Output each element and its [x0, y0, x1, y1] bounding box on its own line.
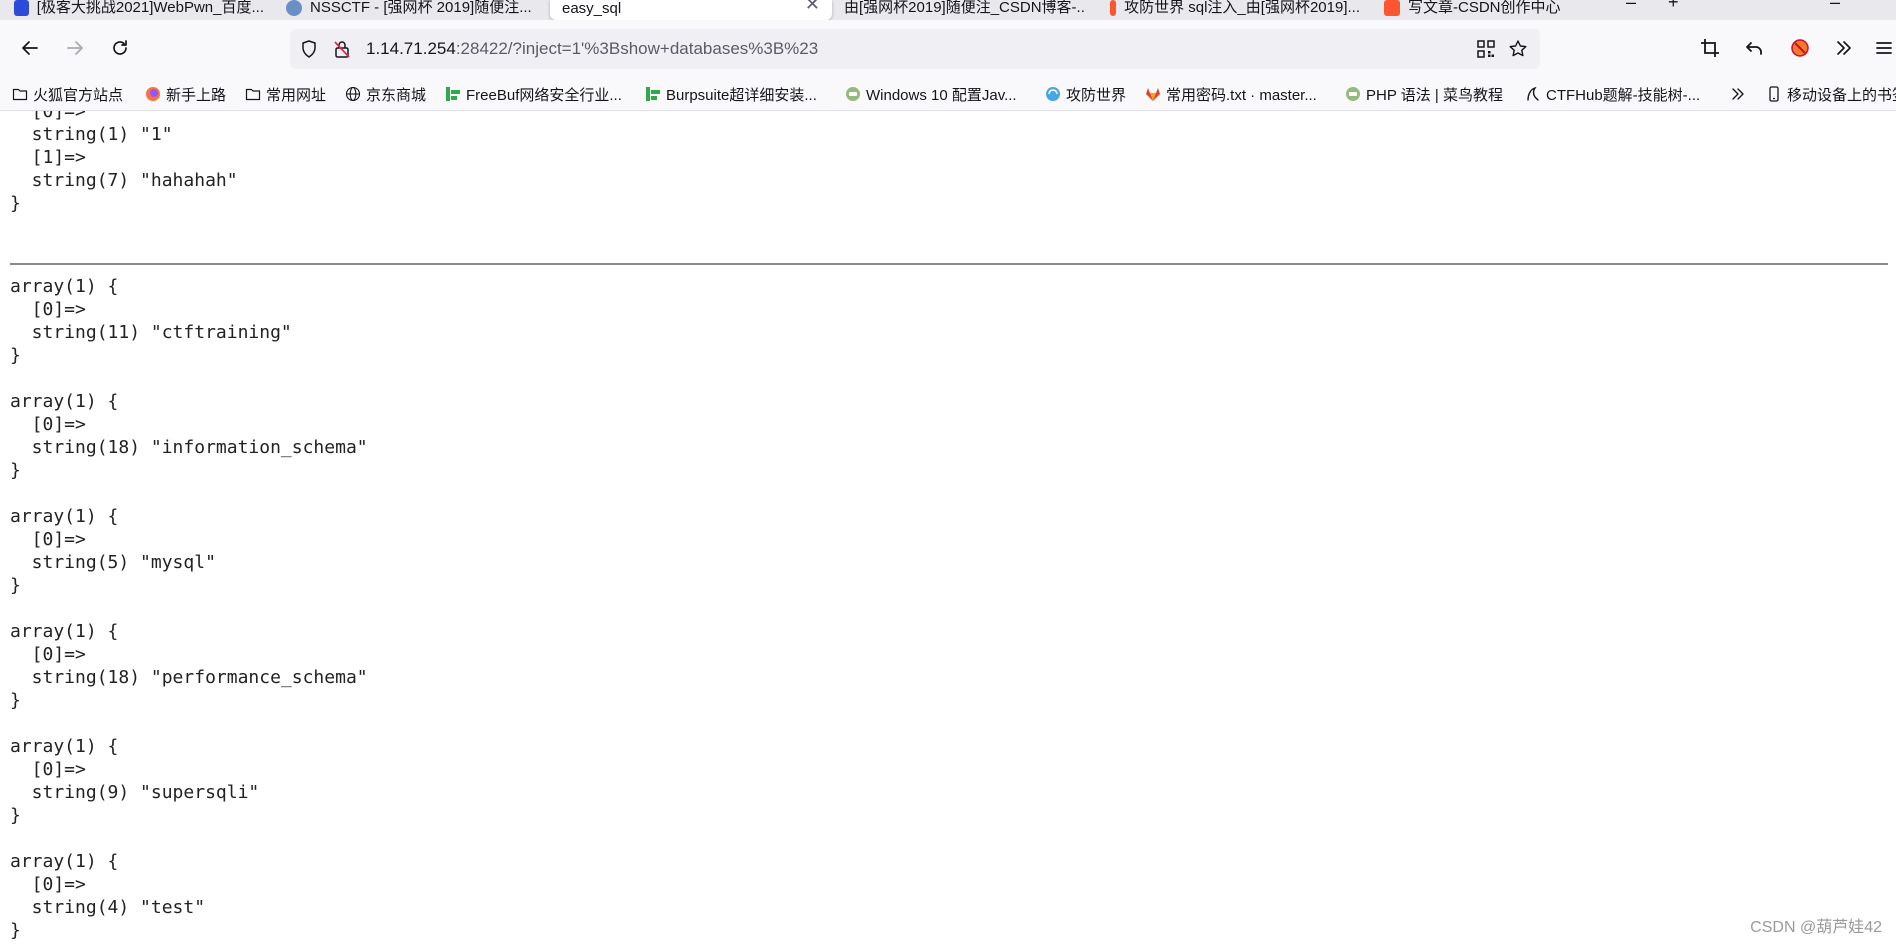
- bookmark-label: FreeBuf网络安全行业...: [466, 86, 622, 104]
- runoob-icon: [845, 86, 861, 102]
- mobile-icon: [1766, 86, 1782, 102]
- ctfhub-icon: [1525, 86, 1541, 102]
- site-favicon-icon: [14, 0, 29, 16]
- arrow-right-icon: [67, 41, 83, 55]
- tab-geek-challenge[interactable]: [极客大挑战2021]WebPwn_百度...: [14, 0, 264, 20]
- bookmark-freebuf[interactable]: FreeBuf网络安全行业...: [445, 83, 622, 105]
- close-tab-icon[interactable]: ✕: [805, 0, 820, 15]
- double-chevron-right-icon: [1837, 41, 1851, 55]
- shield-icon[interactable]: [299, 39, 319, 59]
- tab-csdn-blog-1[interactable]: 由[强网杯2019]随便注_CSDN博客-...: [836, 0, 1086, 20]
- firefox-icon: [145, 86, 161, 102]
- query-result-first: array(2) { [0]=> string(1) "1" [1]=> str…: [10, 111, 238, 214]
- database-result-4: array(1) { [0]=> string(18) "performance…: [10, 621, 368, 711]
- overflow-menu-button[interactable]: [1826, 30, 1862, 66]
- tab-nssctf[interactable]: NSSCTF - [强网杯 2019]随便注...: [286, 0, 536, 20]
- bookmarks-toolbar: 火狐官方站点 新手上路 常用网址 京东商城 FreeBuf网络安全行业... B…: [0, 78, 1896, 111]
- navigation-toolbar: 1.14.71.254:28422/?inject=1'%3Bshow+data…: [0, 20, 1896, 78]
- nssctf-favicon-icon: [286, 0, 302, 16]
- database-result-2: array(1) { [0]=> string(18) "information…: [10, 391, 368, 481]
- bookmark-mobile[interactable]: 移动设备上的书签: [1766, 83, 1896, 105]
- database-result-1: array(1) { [0]=> string(11) "ctftraining…: [10, 276, 292, 366]
- tab-label: 由[强网杯2019]随便注_CSDN博客-...: [844, 0, 1086, 16]
- bookmark-ctfhub[interactable]: CTFHub题解-技能树-...: [1525, 83, 1700, 105]
- bookmark-common-sites[interactable]: 常用网址: [245, 83, 326, 105]
- screenshot-button[interactable]: [1692, 30, 1728, 66]
- freebuf-icon: [445, 86, 461, 102]
- tab-label: 攻防世界 sql注入_由[强网杯2019]...: [1124, 0, 1360, 16]
- bookmark-jd-mall[interactable]: 京东商城: [345, 83, 426, 105]
- bookmark-windows10-java[interactable]: Windows 10 配置Jav...: [845, 83, 1017, 105]
- bookmark-firefox-official[interactable]: 火狐官方站点: [12, 83, 123, 105]
- database-result-3: array(1) { [0]=> string(5) "mysql" }: [10, 506, 216, 596]
- database-result-6: array(1) { [0]=> string(4) "test" }: [10, 851, 206, 941]
- page-content: array(2) { [0]=> string(1) "1" [1]=> str…: [0, 111, 1896, 947]
- app-menu-button[interactable]: [1866, 30, 1896, 66]
- globe-icon: [345, 86, 361, 102]
- bookmark-star-icon[interactable]: [1508, 39, 1528, 59]
- bookmark-label: 攻防世界: [1066, 86, 1127, 104]
- bookmark-label: 京东商城: [366, 86, 427, 104]
- bookmark-label: Burpsuite超详细安装...: [666, 86, 817, 104]
- hamburger-icon: [1876, 42, 1892, 54]
- bookmark-adworld[interactable]: 攻防世界: [1045, 83, 1126, 105]
- qr-code-icon[interactable]: [1476, 39, 1496, 59]
- no-entry-icon: [1791, 39, 1809, 57]
- database-result-5: array(1) { [0]=> string(9) "supersqli" }: [10, 736, 260, 826]
- url-host: 1.14.71.254: [366, 39, 456, 58]
- gitlab-icon: [1145, 86, 1161, 102]
- url-path: :28422/?inject=1'%3Bshow+databases%3B%23: [455, 39, 819, 58]
- freebuf-icon: [645, 86, 661, 102]
- bookmark-php-syntax[interactable]: PHP 语法 | 菜鸟教程: [1345, 83, 1503, 105]
- tab-easy-sql[interactable]: easy_sql ✕: [550, 0, 832, 20]
- bookmark-burpsuite[interactable]: Burpsuite超详细安装...: [645, 83, 817, 105]
- bookmark-label: 常用密码.txt · master...: [1166, 86, 1317, 104]
- insecure-lock-icon[interactable]: [332, 39, 352, 59]
- bookmark-label: PHP 语法 | 菜鸟教程: [1366, 86, 1503, 104]
- csdn-favicon-icon: [1384, 0, 1400, 16]
- bookmark-label: 新手上路: [166, 86, 227, 104]
- undo-close-tab-button[interactable]: [1736, 30, 1772, 66]
- tab-label: [极客大挑战2021]WebPwn_百度...: [36, 0, 264, 16]
- tab-csdn-blog-2[interactable]: 攻防世界 sql注入_由[强网杯2019]...: [1110, 0, 1360, 20]
- tab-label: easy_sql: [562, 0, 622, 17]
- tab-label: NSSCTF - [强网杯 2019]随便注...: [310, 0, 532, 16]
- tab-strip: [极客大挑战2021]WebPwn_百度... NSSCTF - [强网杯 20…: [0, 0, 1896, 20]
- new-tab-icon[interactable]: +: [1668, 0, 1679, 13]
- bookmark-label: CTFHub题解-技能树-...: [1546, 86, 1701, 104]
- csdn-favicon-icon: [1110, 0, 1117, 16]
- reload-button[interactable]: [102, 30, 138, 66]
- arrow-left-icon: [22, 41, 38, 55]
- blocker-extension-button[interactable]: [1782, 30, 1818, 66]
- undo-icon: [1746, 42, 1762, 55]
- reload-icon: [113, 40, 127, 55]
- csdn-watermark: CSDN @葫芦娃42: [1750, 919, 1882, 936]
- bookmark-label: 火狐官方站点: [33, 86, 124, 104]
- back-button[interactable]: [12, 30, 48, 66]
- forward-button[interactable]: [57, 30, 93, 66]
- tab-label: 写文章-CSDN创作中心: [1408, 0, 1561, 16]
- bookmarks-overflow-button[interactable]: [1730, 83, 1751, 105]
- minimize-window-icon[interactable]: –: [1830, 0, 1840, 13]
- tab-csdn-editor[interactable]: 写文章-CSDN创作中心: [1384, 0, 1614, 20]
- folder-icon: [12, 86, 28, 102]
- horizontal-rule: [10, 263, 1888, 265]
- url-text[interactable]: 1.14.71.254:28422/?inject=1'%3Bshow+data…: [366, 39, 818, 59]
- folder-icon: [245, 86, 261, 102]
- address-bar[interactable]: 1.14.71.254:28422/?inject=1'%3Bshow+data…: [290, 29, 1540, 69]
- bookmark-label: 移动设备上的书签: [1787, 86, 1896, 104]
- bookmark-common-passwords[interactable]: 常用密码.txt · master...: [1145, 83, 1317, 105]
- adworld-icon: [1045, 86, 1061, 102]
- runoob-icon: [1345, 86, 1361, 102]
- bookmark-label: 常用网址: [266, 86, 327, 104]
- bookmark-label: Windows 10 配置Jav...: [866, 86, 1017, 104]
- bookmark-getting-started[interactable]: 新手上路: [145, 83, 226, 105]
- crop-icon: [1701, 39, 1719, 57]
- double-chevron-right-icon: [1730, 86, 1746, 102]
- tab-more-icon[interactable]: –: [1626, 0, 1636, 13]
